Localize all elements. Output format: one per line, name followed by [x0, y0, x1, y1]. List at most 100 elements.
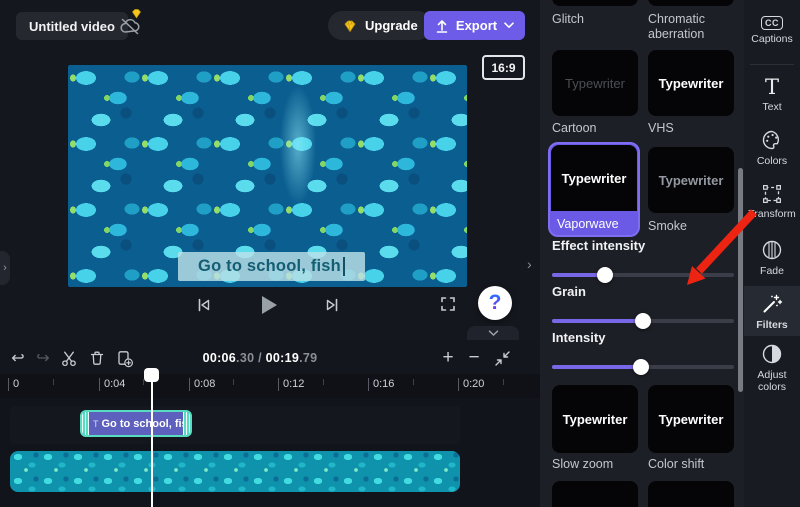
timeline-ruler[interactable]: 0 0:04 0:08 0:12 0:16 0:20 — [0, 374, 540, 398]
text-clip[interactable]: T Go to school, fish — [80, 410, 192, 437]
slider-thumb[interactable] — [633, 359, 649, 375]
premium-gem-badge-icon — [130, 7, 143, 20]
total-time: 00:19 — [266, 351, 299, 365]
sidebar-item-adjust-colors[interactable]: Adjust colors — [744, 342, 800, 393]
redo-button[interactable]: ↪ — [31, 346, 55, 370]
effect-preview-text: Typewriter — [563, 412, 628, 427]
effects-panel-scrollbar[interactable] — [738, 168, 743, 392]
sidebar-item-transform[interactable]: Transform — [744, 183, 800, 220]
current-time: 00:06 — [203, 351, 236, 365]
scissors-icon — [60, 350, 78, 367]
sidebar-item-label: Colors — [757, 155, 787, 167]
effect-tile-smoke[interactable]: Typewriter — [648, 147, 734, 213]
help-button[interactable]: ? — [478, 286, 512, 320]
effect-thumbnail: Typewriter — [551, 145, 637, 211]
time-separator: / — [254, 351, 265, 365]
caption-text: Go to school, fish — [198, 257, 341, 276]
transform-icon — [761, 183, 783, 205]
ruler-label: 0:20 — [463, 378, 484, 390]
timeline-zoom-out-button[interactable]: − — [462, 346, 486, 370]
effect-tile[interactable] — [552, 481, 638, 507]
effect-label: Smoke — [648, 219, 740, 234]
effect-preview-text: Typewriter — [659, 76, 724, 91]
collapse-properties-tab[interactable] — [467, 326, 519, 341]
effect-tile-chromatic-aberration[interactable] — [648, 0, 734, 6]
ruler-label: 0:16 — [373, 378, 394, 390]
split-button[interactable] — [57, 346, 81, 370]
slider-label: Grain — [552, 284, 734, 299]
expand-left-panel-button[interactable]: › — [0, 251, 10, 285]
sidebar-item-label: Transform — [748, 208, 795, 220]
caption-text-overlay[interactable]: Go to school, fish — [178, 252, 365, 281]
current-time-frac: .30 — [236, 351, 254, 365]
ruler-label: 0 — [13, 378, 19, 390]
duplicate-button[interactable] — [112, 346, 136, 370]
sidebar-item-fade[interactable]: Fade — [744, 238, 800, 277]
timeline-fit-button[interactable] — [490, 346, 514, 370]
sidebar-item-filters[interactable]: Filters — [744, 292, 800, 331]
effect-label: VHS — [648, 121, 740, 136]
upgrade-button[interactable]: Upgrade — [328, 11, 432, 40]
text-icon: T — [765, 76, 779, 98]
collapse-main-panel-button[interactable]: › — [527, 256, 532, 272]
trash-icon — [88, 349, 106, 367]
effect-tile-glitch[interactable] — [552, 0, 638, 6]
aspect-ratio-badge[interactable]: 16:9 — [482, 55, 525, 80]
magic-wand-icon — [760, 292, 784, 316]
ruler-label: 0:08 — [194, 378, 215, 390]
ruler-tick — [8, 378, 9, 391]
effect-tile-color-shift[interactable]: Typewriter — [648, 385, 734, 453]
slider-label: Intensity — [552, 330, 734, 345]
intensity-slider[interactable] — [552, 365, 734, 369]
fit-to-screen-icon — [494, 350, 511, 367]
chevron-right-icon: › — [527, 256, 532, 272]
clip-trim-handle-left[interactable] — [82, 412, 89, 435]
sidebar-item-label: Captions — [751, 33, 792, 45]
ruler-tick — [368, 378, 369, 391]
video-clip[interactable] — [10, 451, 460, 492]
delete-button[interactable] — [85, 346, 109, 370]
grain-control: Grain — [552, 284, 734, 323]
effect-preview-text: Typewriter — [659, 173, 724, 188]
effect-tile-slow-zoom[interactable]: Typewriter — [552, 385, 638, 453]
effect-tile[interactable] — [648, 481, 734, 507]
slider-thumb[interactable] — [635, 313, 651, 329]
grain-slider[interactable] — [552, 319, 734, 323]
effect-preview-text: Typewriter — [562, 171, 627, 186]
effects-panel: Glitch Chromatic aberration Typewriter T… — [540, 0, 744, 507]
project-title[interactable]: Untitled video — [16, 12, 128, 40]
palette-icon — [760, 128, 784, 152]
effect-intensity-slider[interactable] — [552, 273, 734, 277]
slider-label: Effect intensity — [552, 238, 734, 253]
timecode-display: 00:06.30 / 00:19.79 — [170, 351, 350, 365]
playhead-line — [151, 380, 153, 507]
sidebar-item-label: Fade — [760, 265, 784, 277]
sidebar-item-colors[interactable]: Colors — [744, 128, 800, 167]
effect-label: Glitch — [552, 12, 644, 27]
timeline-tracks: T Go to school, fish — [0, 398, 540, 507]
skip-end-icon — [324, 297, 341, 313]
effect-label: Color shift — [648, 457, 740, 472]
effect-label: Cartoon — [552, 121, 644, 136]
redo-icon: ↪ — [36, 348, 49, 368]
timeline-zoom-in-button[interactable]: + — [436, 346, 460, 370]
ruler-tick — [189, 378, 190, 391]
fullscreen-button[interactable] — [440, 296, 456, 312]
skip-to-start-button[interactable] — [195, 297, 212, 313]
slider-thumb[interactable] — [597, 267, 613, 283]
skip-to-end-button[interactable] — [324, 297, 341, 313]
effect-intensity-control: Effect intensity — [552, 238, 734, 277]
video-preview[interactable]: Go to school, fish — [68, 65, 467, 287]
effect-tile-vhs[interactable]: Typewriter — [648, 50, 734, 116]
undo-button[interactable]: ↩ — [6, 346, 30, 370]
playhead-handle[interactable] — [144, 368, 159, 382]
play-button[interactable] — [262, 296, 277, 314]
total-time-frac: .79 — [299, 351, 317, 365]
effect-tile-cartoon[interactable]: Typewriter — [552, 50, 638, 116]
effect-tile-vaporwave-selected[interactable]: Typewriter Vaporwave — [548, 142, 640, 237]
sidebar-item-captions[interactable]: CC Captions — [744, 16, 800, 45]
divider — [750, 64, 794, 65]
export-button[interactable]: Export — [424, 11, 525, 40]
clip-trim-handle-right[interactable] — [183, 412, 190, 435]
sidebar-item-text[interactable]: T Text — [744, 76, 800, 113]
